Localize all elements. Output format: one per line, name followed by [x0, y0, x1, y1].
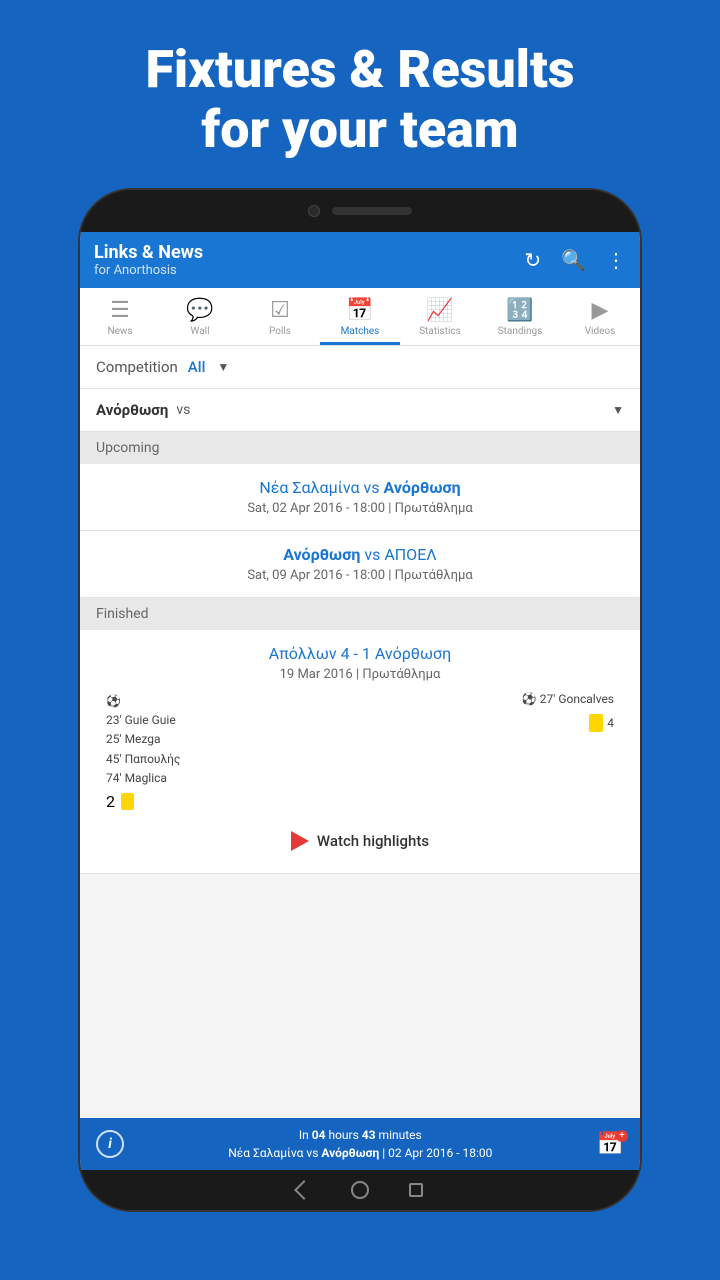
finished-match-title: Απόλλων 4 - 1 Ανόρθωση — [96, 644, 624, 663]
goals-row: ⚽ 23' Guie Guie 25' Mezga 45' Παπουλής 7… — [96, 692, 624, 788]
soccer-ball-left: ⚽ — [106, 694, 121, 708]
goals-right: ⚽ 27' Goncalves 4 — [522, 692, 614, 732]
match-1-team1: Νέα Σαλαμίνα — [259, 478, 359, 497]
goals-left: ⚽ 23' Guie Guie 25' Mezga 45' Παπουλής 7… — [106, 692, 180, 788]
opponent-vs: vs — [176, 402, 190, 418]
app-header-icons: ↻ 🔍 ⋮ — [524, 248, 626, 272]
hero-line2: for your team — [201, 99, 518, 160]
bottom-match-info: Νέα Σαλαμίνα vs Ανόρθωση | 02 Apr 2016 -… — [228, 1144, 492, 1162]
tab-wall[interactable]: 💬 Wall — [160, 288, 240, 345]
goal-1: 23' Guie Guie — [106, 711, 180, 730]
opponent-label: Ανόρθωση — [96, 401, 168, 419]
hero-section: Fixtures & Results for your team — [0, 0, 720, 190]
info-icon[interactable]: i — [96, 1130, 124, 1158]
refresh-icon[interactable]: ↻ — [524, 248, 541, 272]
search-icon[interactable]: 🔍 — [561, 248, 586, 272]
countdown-hours: 04 — [312, 1128, 326, 1142]
match-1-title: Νέα Σαλαμίνα vs Ανόρθωση — [96, 478, 624, 497]
upcoming-section-header: Upcoming — [80, 432, 640, 464]
match-2-team2: ΑΠΟΕΛ — [384, 545, 436, 564]
content-area: Competition All ▼ Ανόρθωση vs ▼ Upcoming… — [80, 346, 640, 1118]
yellow-count-left: 2 — [106, 792, 115, 811]
match-1-vs: vs — [364, 478, 384, 497]
filter-value: All — [188, 358, 206, 376]
yellow-card-count-right: 4 — [607, 716, 614, 730]
finished-match-1[interactable]: Απόλλων 4 - 1 Ανόρθωση 19 Mar 2016 | Πρω… — [80, 630, 640, 874]
upcoming-label: Upcoming — [96, 440, 160, 456]
goal-right-1: ⚽ 27' Goncalves — [522, 692, 614, 706]
tab-standings[interactable]: 🔢 Standings — [480, 288, 560, 345]
competition-filter[interactable]: Competition All ▼ — [80, 346, 640, 389]
speaker — [332, 207, 412, 215]
recent-apps-button[interactable] — [409, 1183, 423, 1197]
goal-2: 25' Mezga — [106, 730, 180, 749]
tabs-bar: ☰ News 💬 Wall ☑ Polls 📅 Matches 📈 Statis… — [80, 288, 640, 346]
more-icon[interactable]: ⋮ — [606, 248, 626, 272]
opponent-filter[interactable]: Ανόρθωση vs ▼ — [80, 389, 640, 432]
statistics-icon: 📈 — [426, 298, 453, 323]
phone-top-bar — [80, 190, 640, 232]
match-1-date: Sat, 02 Apr 2016 - 18:00 | Πρωτάθλημα — [96, 501, 624, 516]
matches-icon: 📅 — [346, 298, 373, 323]
tab-news[interactable]: ☰ News — [80, 288, 160, 345]
tab-videos[interactable]: ▶ Videos — [560, 288, 640, 345]
videos-icon: ▶ — [592, 298, 609, 323]
tab-matches-label: Matches — [341, 326, 380, 337]
app-title: Links & News — [94, 242, 203, 263]
score-row-left: 2 — [96, 792, 624, 811]
phone-frame: Links & News for Anorthosis ↻ 🔍 ⋮ ☰ News… — [80, 190, 640, 1210]
fin-team1: Απόλλων 4 - — [269, 644, 362, 663]
watch-highlights-btn[interactable]: Watch highlights — [96, 823, 624, 859]
app-title-block: Links & News for Anorthosis — [94, 242, 203, 278]
back-button[interactable] — [294, 1180, 314, 1200]
calendar-add-icon[interactable]: 📅 + — [597, 1132, 624, 1157]
app-header: Links & News for Anorthosis ↻ 🔍 ⋮ — [80, 232, 640, 288]
match-2-title: Ανόρθωση vs ΑΠΟΕΛ — [96, 545, 624, 564]
watch-highlights-label: Watch highlights — [317, 832, 429, 850]
tab-standings-label: Standings — [498, 326, 543, 337]
yellow-card-right — [589, 714, 603, 732]
tab-wall-label: Wall — [190, 326, 209, 337]
tab-polls[interactable]: ☑ Polls — [240, 288, 320, 345]
bottom-countdown-text: In 04 hours 43 minutes Νέα Σαλαμίνα vs Α… — [228, 1126, 492, 1162]
match-2-date: Sat, 09 Apr 2016 - 18:00 | Πρωτάθλημα — [96, 568, 624, 583]
soccer-ball-right: ⚽ — [522, 692, 537, 706]
tab-videos-label: Videos — [585, 326, 616, 337]
app-subtitle: for Anorthosis — [94, 263, 203, 278]
yellow-card-left — [121, 793, 134, 810]
upcoming-match-2[interactable]: Ανόρθωση vs ΑΠΟΕΛ Sat, 09 Apr 2016 - 18:… — [80, 531, 640, 598]
bottom-bar: i In 04 hours 43 minutes Νέα Σαλαμίνα vs… — [80, 1118, 640, 1170]
finished-match-date: 19 Mar 2016 | Πρωτάθλημα — [96, 667, 624, 682]
standings-icon: 🔢 — [506, 298, 533, 323]
tab-matches[interactable]: 📅 Matches — [320, 288, 400, 345]
hero-line1: Fixtures & Results — [145, 39, 574, 100]
camera — [308, 205, 320, 217]
wall-icon: 💬 — [186, 298, 213, 323]
countdown-minutes: 43 — [362, 1128, 376, 1142]
filter-label: Competition — [96, 358, 178, 376]
goal-4: 74' Maglica — [106, 769, 180, 788]
phone-bottom-nav — [80, 1170, 640, 1210]
tab-statistics-label: Statistics — [419, 326, 461, 337]
plus-badge: + — [616, 1130, 628, 1142]
fin-team2: 1 Ανόρθωση — [362, 644, 451, 663]
play-icon — [291, 831, 309, 851]
polls-icon: ☑ — [270, 298, 290, 323]
home-button[interactable] — [351, 1181, 369, 1199]
tab-statistics[interactable]: 📈 Statistics — [400, 288, 480, 345]
filter-dropdown-arrow: ▼ — [217, 360, 229, 374]
upcoming-match-1[interactable]: Νέα Σαλαμίνα vs Ανόρθωση Sat, 02 Apr 201… — [80, 464, 640, 531]
match-2-team1: Ανόρθωση — [283, 545, 360, 564]
finished-section-header: Finished — [80, 598, 640, 630]
phone-screen: Links & News for Anorthosis ↻ 🔍 ⋮ ☰ News… — [80, 232, 640, 1170]
news-icon: ☰ — [110, 298, 130, 323]
tab-polls-label: Polls — [269, 326, 291, 337]
opponent-dropdown-arrow: ▼ — [612, 403, 624, 417]
match-1-team2: Ανόρθωση — [384, 478, 461, 497]
tab-news-label: News — [107, 326, 132, 337]
match-2-vs: vs — [364, 545, 384, 564]
goal-3: 45' Παπουλής — [106, 750, 180, 769]
finished-label: Finished — [96, 606, 149, 622]
